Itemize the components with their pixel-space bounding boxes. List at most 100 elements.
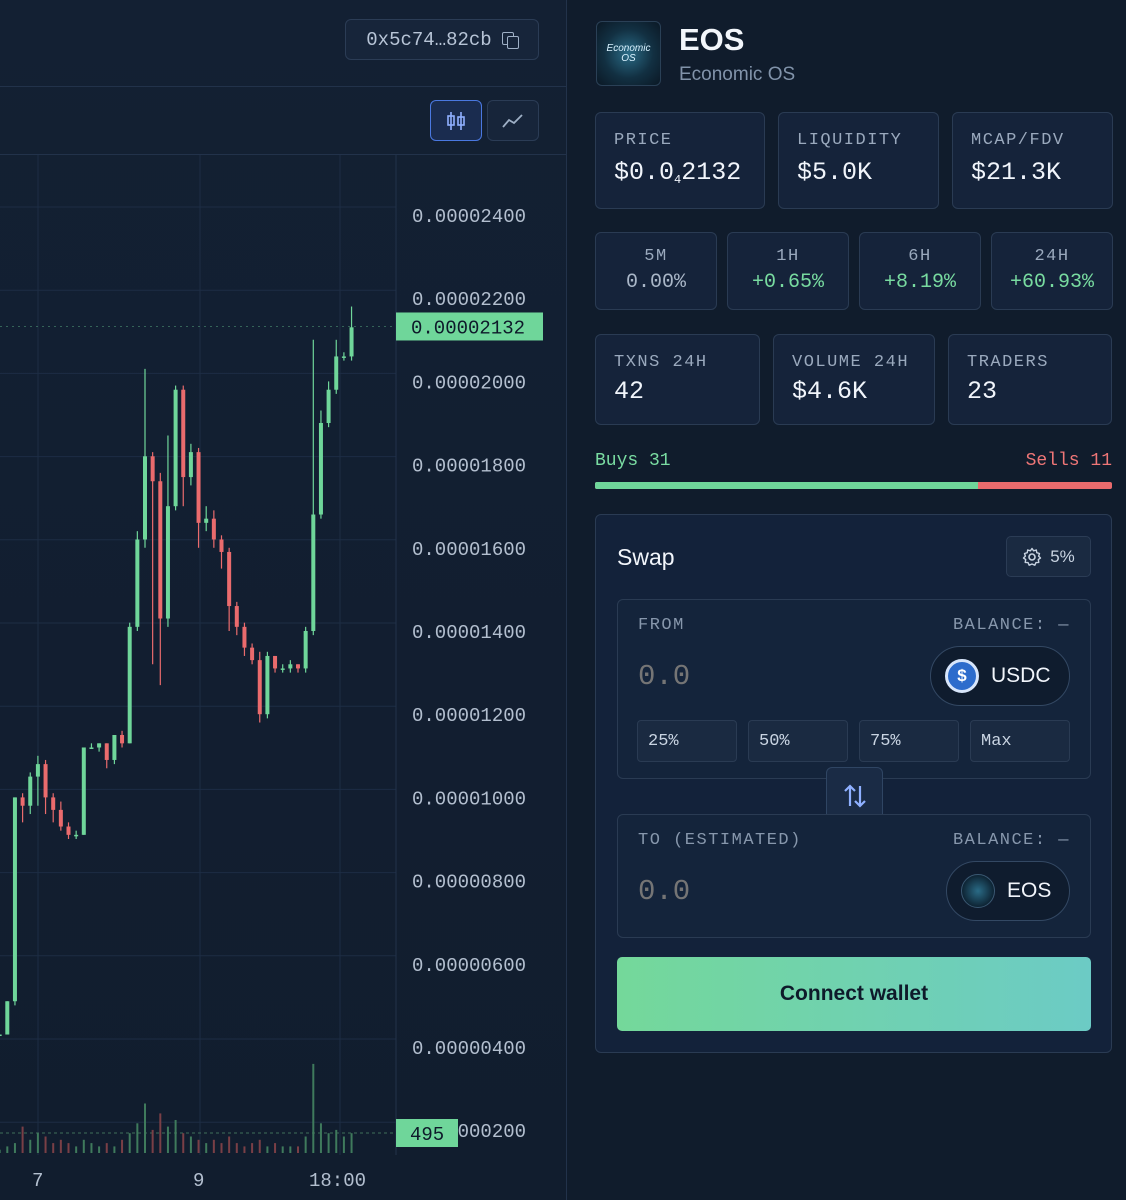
candle-body	[28, 776, 33, 806]
traders-card: TRADERS 23	[948, 334, 1112, 425]
change-label: 24H	[1034, 247, 1070, 266]
swap-panel: Swap 5% FROM BALANCE: — $ USDC 25% 50% 7…	[595, 514, 1112, 1053]
from-token-symbol: USDC	[991, 664, 1051, 687]
volume-bar	[197, 1139, 200, 1153]
txns-card: TXNS 24H 42	[595, 334, 760, 425]
volume-bar	[52, 1143, 55, 1153]
candle-body	[234, 606, 239, 627]
price-tick: 0.00001600	[412, 539, 526, 561]
change-value: +0.65%	[751, 271, 824, 294]
line-chart-button[interactable]	[487, 100, 539, 141]
volume-bar	[44, 1136, 47, 1153]
candle-body	[173, 389, 178, 507]
volume-bar	[258, 1139, 261, 1153]
percent-25-button[interactable]: 25%	[637, 720, 737, 762]
candlestick-chart-button[interactable]	[430, 100, 482, 141]
change-value: 0.00%	[625, 271, 686, 294]
percent-50-button[interactable]: 50%	[748, 720, 848, 762]
volume-bar	[98, 1146, 101, 1153]
candle-body	[257, 660, 262, 715]
time-tick: 18:00	[309, 1170, 366, 1192]
volume-bar	[350, 1133, 353, 1153]
volume-bar	[36, 1133, 39, 1153]
candle-body	[250, 647, 255, 661]
address-copy-button[interactable]: 0x5c74…82cb	[345, 19, 539, 60]
to-amount-input[interactable]	[638, 875, 838, 908]
line-chart-icon	[502, 113, 523, 128]
copy-icon	[501, 31, 519, 49]
volume-value: $4.6K	[792, 377, 868, 406]
volume-bar	[82, 1139, 85, 1153]
candle-body	[20, 797, 25, 806]
from-token-selector[interactable]: $ USDC	[930, 646, 1070, 706]
to-token-selector[interactable]: EOS	[946, 861, 1070, 921]
swap-arrows-icon	[843, 783, 866, 808]
price-chart[interactable]: 0.00002400 0.00002200 0.00002000 0.00001800…	[0, 155, 567, 1200]
change-6h-tab[interactable]: 6H +8.19%	[859, 232, 981, 310]
price-tick: 0.00001000	[412, 788, 526, 810]
eos-token-icon	[961, 874, 995, 908]
candle-body	[58, 809, 63, 827]
mcap-card: MCAP/FDV $21.3K	[952, 112, 1113, 209]
price-value: $0.042132	[614, 158, 742, 187]
candle-body	[188, 452, 193, 478]
candle-body	[150, 456, 155, 482]
candle-body	[135, 539, 140, 627]
buys-count: Buys 31	[595, 451, 671, 471]
from-balance: BALANCE: —	[952, 616, 1070, 635]
buys-bar-fill	[595, 482, 978, 489]
volume-bar	[90, 1143, 93, 1153]
time-tick: 7	[32, 1170, 43, 1192]
candle-body	[311, 514, 316, 631]
change-5m-tab[interactable]: 5M 0.00%	[595, 232, 717, 310]
gear-icon	[1023, 547, 1042, 566]
volume-bar	[212, 1139, 215, 1153]
slippage-value: 5%	[1050, 546, 1075, 566]
divider	[0, 86, 567, 87]
percent-max-button[interactable]: Max	[970, 720, 1070, 762]
candle-body	[211, 518, 216, 540]
connect-wallet-button[interactable]: Connect wallet	[617, 957, 1091, 1031]
candle-body	[97, 743, 102, 748]
candle-body	[273, 655, 278, 669]
from-section: FROM BALANCE: — $ USDC 25% 50% 75% Max	[617, 599, 1091, 779]
percent-75-button[interactable]: 75%	[859, 720, 959, 762]
volume-label: VOLUME 24H	[792, 353, 910, 372]
token-name: Economic OS	[679, 64, 796, 85]
candle-body	[265, 655, 270, 715]
time-tick: 9	[193, 1170, 204, 1192]
volume-bar	[174, 1120, 177, 1153]
candle-body	[66, 826, 71, 835]
volume-bar	[228, 1136, 231, 1153]
candle-body	[341, 356, 346, 358]
from-amount-input[interactable]	[638, 660, 838, 693]
volume-bar	[21, 1126, 24, 1153]
volume-bar	[281, 1146, 284, 1153]
slippage-settings-button[interactable]: 5%	[1006, 536, 1091, 577]
candle-body	[81, 747, 86, 835]
change-1h-tab[interactable]: 1H +0.65%	[727, 232, 849, 310]
volume-bar	[235, 1143, 238, 1153]
volume-bar	[243, 1146, 246, 1153]
volume-bar	[59, 1139, 62, 1153]
candle-body	[280, 668, 285, 670]
change-value: +60.93%	[1009, 271, 1094, 294]
volume-bar	[189, 1136, 192, 1153]
volume-bar	[29, 1139, 32, 1153]
logo-text: Economic	[606, 42, 651, 54]
candle-body	[143, 456, 147, 540]
volume-bar	[312, 1063, 315, 1153]
candle-body	[303, 631, 308, 669]
volume-bar	[128, 1133, 131, 1153]
candle-body	[349, 327, 354, 357]
volume-bar	[289, 1146, 292, 1153]
volume-bar	[335, 1129, 338, 1153]
change-24h-tab[interactable]: 24H +60.93%	[991, 232, 1113, 310]
candle-body	[35, 764, 40, 777]
price-tick: 0.00000600	[412, 955, 526, 977]
liquidity-value: $5.0K	[797, 158, 873, 187]
candle-body	[219, 539, 224, 552]
candle-body	[165, 506, 170, 619]
candle-body	[89, 747, 94, 749]
volume-bar	[251, 1143, 254, 1153]
